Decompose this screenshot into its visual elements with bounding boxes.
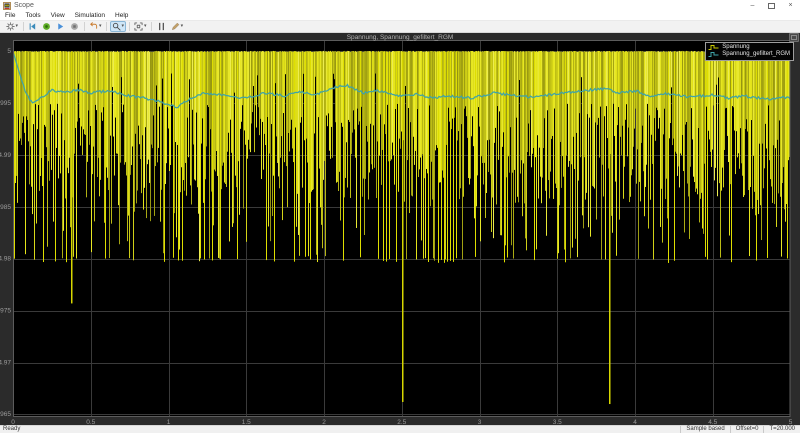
run-icon: [43, 23, 50, 30]
maximize-icon: [768, 2, 775, 9]
scope-app-icon: [3, 1, 11, 10]
gear-icon: [5, 22, 15, 31]
zoom-button[interactable]: ▾: [109, 21, 127, 32]
close-button[interactable]: ×: [781, 0, 800, 11]
step-forward-icon: [58, 23, 64, 30]
magnifier-icon: [112, 22, 121, 31]
maximize-axes-button[interactable]: [789, 33, 799, 42]
step-back-icon: [29, 23, 36, 30]
highlight-button[interactable]: ▾: [169, 21, 186, 32]
settings-button[interactable]: ▾: [4, 21, 21, 32]
status-message: Ready: [3, 426, 21, 432]
legend-label: Spannung_gefiltert_RGM: [722, 51, 790, 57]
dropdown-caret-icon: ▾: [144, 23, 147, 29]
menubar: File Tools View Simulation Help: [0, 11, 800, 20]
toolbar-separator: [22, 22, 24, 31]
legend-entry: Spannung: [708, 44, 790, 51]
run-button[interactable]: [40, 21, 53, 32]
toolbar-separator: [128, 22, 130, 31]
dropdown-caret-icon: ▾: [121, 23, 125, 29]
statusbar: Ready Sample based Offset=0 T=20.000: [0, 425, 800, 433]
dropdown-caret-icon: ▾: [180, 23, 184, 29]
minimize-button[interactable]: –: [743, 0, 762, 11]
menu-item-file[interactable]: File: [0, 11, 20, 20]
menu-item-simulation[interactable]: Simulation: [70, 11, 110, 20]
legend-line-icon: [708, 45, 719, 50]
zoom-history-button[interactable]: ▾: [87, 21, 104, 32]
status-time: T=20.000: [763, 426, 800, 433]
legend-line-icon: [708, 52, 719, 57]
brush-icon: [171, 22, 179, 31]
menu-item-view[interactable]: View: [46, 11, 70, 20]
stop-button[interactable]: [68, 21, 81, 32]
history-arrow-icon: [90, 22, 98, 29]
close-icon: ×: [788, 2, 793, 9]
titlebar: Scope – ×: [0, 0, 800, 11]
toolbar-separator: [151, 22, 153, 31]
toolbar: ▾ ▾ ▾ ▾ ▾: [0, 20, 800, 33]
status-offset: Offset=0: [729, 426, 764, 433]
cursors-icon: [158, 22, 164, 31]
scope-display-area: Spannung, Spannung_gefiltert_RGM Spannun…: [0, 33, 800, 425]
menu-item-help[interactable]: Help: [110, 11, 133, 20]
minimize-icon: –: [750, 2, 755, 9]
window-title: Scope: [14, 2, 34, 9]
maximize-button[interactable]: [762, 0, 781, 11]
status-right-cells: Sample based Offset=0 T=20.000: [680, 426, 800, 433]
plot-canvas[interactable]: [0, 33, 800, 425]
stop-icon: [71, 23, 78, 30]
dropdown-caret-icon: ▾: [99, 23, 102, 29]
toolbar-separator: [83, 22, 85, 31]
step-forward-button[interactable]: [54, 21, 67, 32]
scope-window: Scope – × File Tools View Simulation Hel…: [0, 0, 800, 433]
legend-label: Spannung: [722, 44, 750, 50]
fit-axes-button[interactable]: ▾: [132, 21, 149, 32]
legend[interactable]: Spannung Spannung_gefiltert_RGM: [705, 42, 794, 61]
menu-item-tools[interactable]: Tools: [20, 11, 45, 20]
toolbar-separator: [106, 22, 108, 31]
dropdown-caret-icon: ▾: [15, 23, 19, 29]
status-sample-mode: Sample based: [680, 426, 729, 433]
cursor-measurements-button[interactable]: [155, 21, 168, 32]
step-back-button[interactable]: [26, 21, 39, 32]
legend-entry: Spannung_gefiltert_RGM: [708, 51, 790, 58]
window-controls: – ×: [743, 0, 800, 11]
fit-axes-icon: [134, 22, 143, 31]
plot-title: Spannung, Spannung_gefiltert_RGM: [346, 34, 454, 41]
